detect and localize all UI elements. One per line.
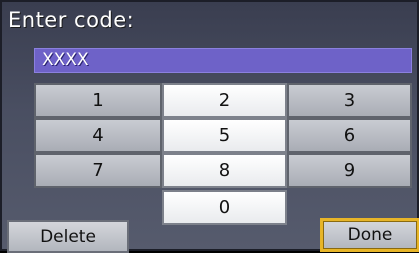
key-9[interactable]: 9 — [287, 153, 412, 188]
page-title: Enter code: — [8, 8, 135, 32]
key-7[interactable]: 7 — [34, 153, 162, 188]
code-entry-screen: Enter code: XXXX 1 2 3 4 5 6 7 8 9 0 Del… — [0, 0, 419, 253]
key-8[interactable]: 8 — [162, 153, 287, 188]
key-3[interactable]: 3 — [287, 83, 412, 118]
key-0[interactable]: 0 — [162, 190, 287, 225]
key-2[interactable]: 2 — [162, 83, 287, 118]
key-6[interactable]: 6 — [287, 118, 412, 153]
key-4[interactable]: 4 — [34, 118, 162, 153]
key-5[interactable]: 5 — [162, 118, 287, 153]
code-input-field[interactable]: XXXX — [34, 48, 412, 73]
done-button[interactable]: Done — [320, 218, 419, 252]
delete-button[interactable]: Delete — [7, 220, 129, 253]
key-1[interactable]: 1 — [34, 83, 162, 118]
